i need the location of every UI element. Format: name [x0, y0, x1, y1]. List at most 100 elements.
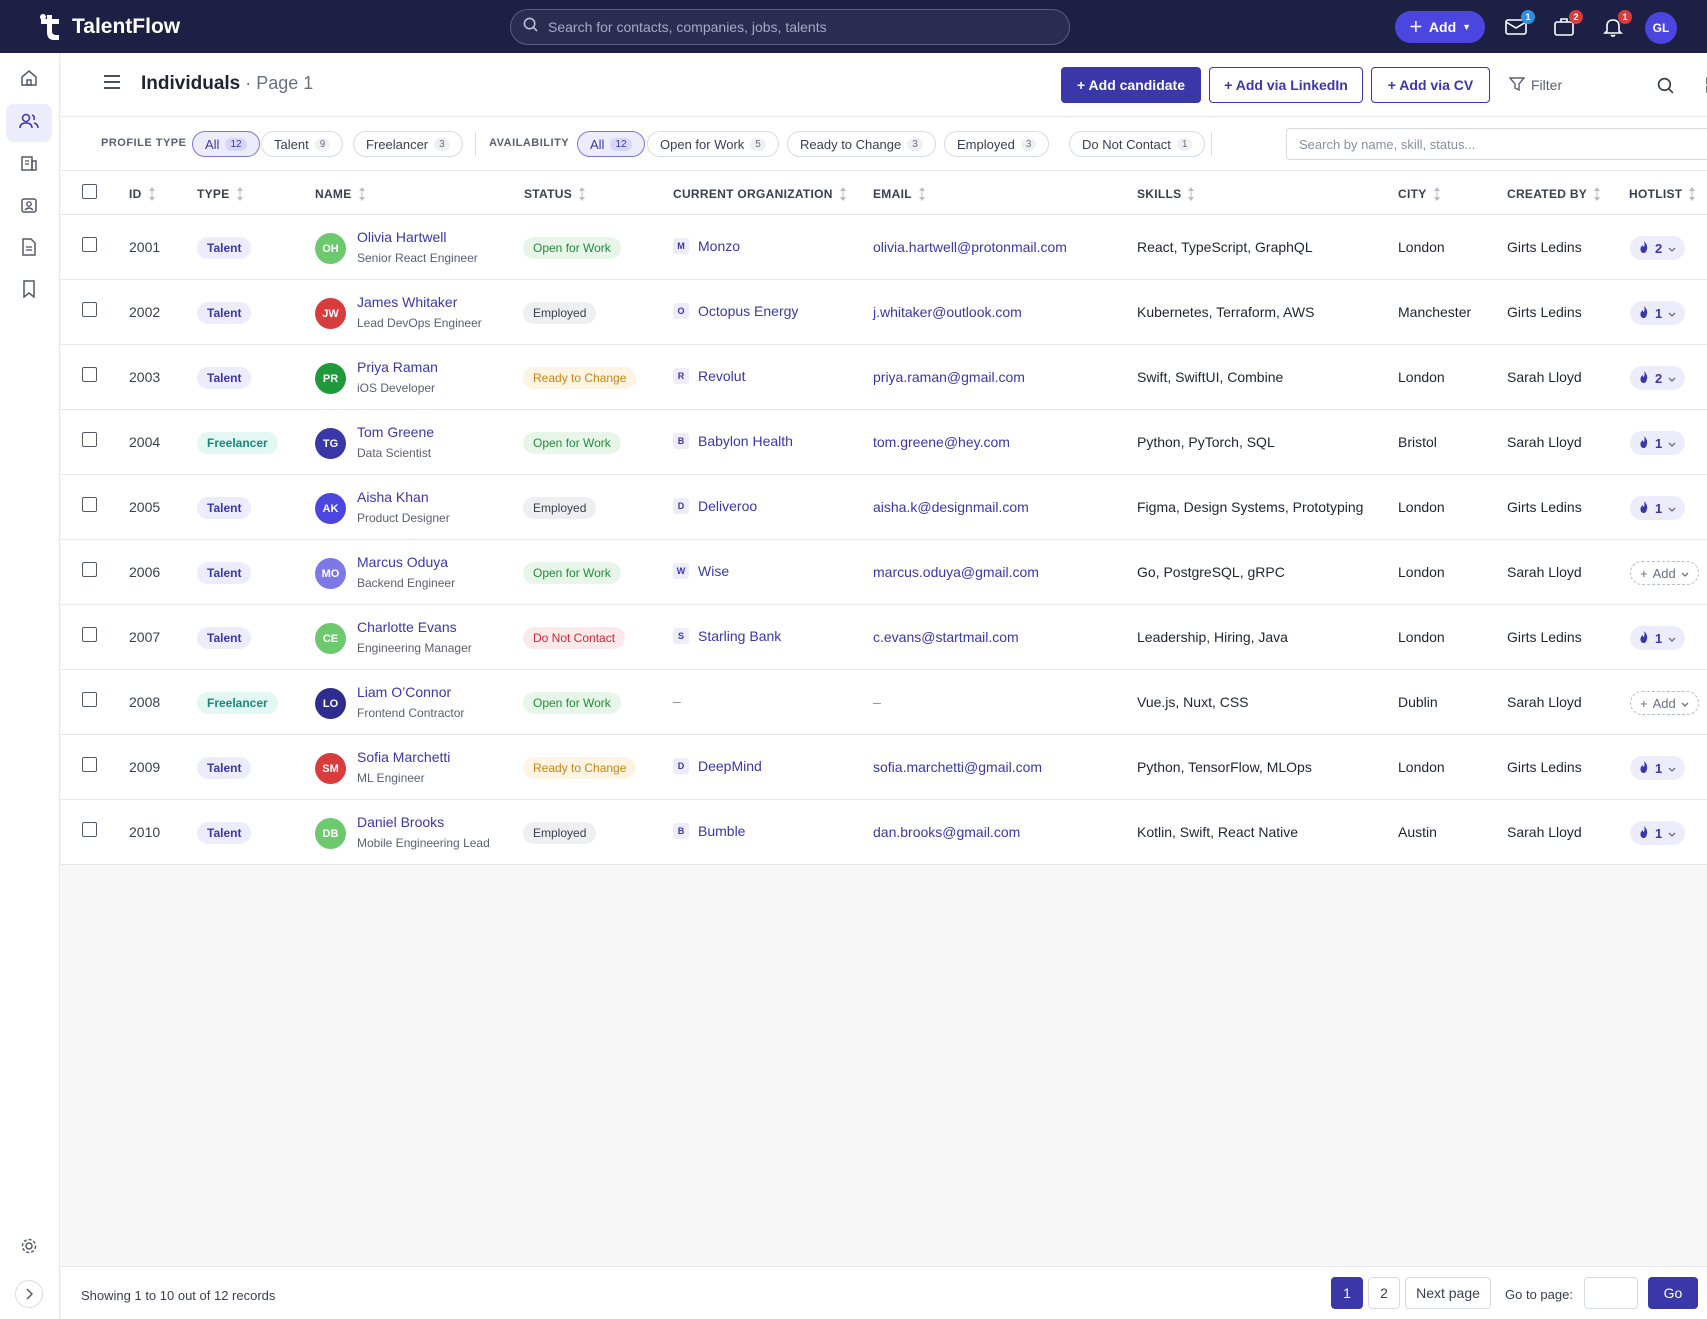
column-header-skills[interactable]: SKILLS [1137, 186, 1195, 202]
menu-icon[interactable] [103, 75, 121, 94]
chip-availability-open[interactable]: Open for Work 5 [647, 131, 779, 157]
table-row[interactable]: 2001 Talent OH Olivia Hartwell Senior React … [61, 215, 1707, 280]
email-link[interactable]: c.evans@startmail.com [873, 629, 1019, 645]
bell-icon[interactable]: 1 [1600, 10, 1632, 40]
row-checkbox[interactable] [82, 757, 97, 772]
table-row[interactable]: 2005 Talent AK Aisha Khan Product Designer Em… [61, 475, 1707, 540]
sidebar-item-home[interactable] [6, 61, 52, 99]
sidebar-item-individuals[interactable] [6, 104, 52, 142]
organization-link[interactable]: M Monzo [673, 238, 740, 254]
table-row[interactable]: 2009 Talent SM Sofia Marchetti ML Engineer Re… [61, 735, 1707, 800]
email-link[interactable]: marcus.oduya@gmail.com [873, 564, 1039, 580]
sidebar-expand-button[interactable] [6, 1275, 52, 1313]
chip-availability-ready[interactable]: Ready to Change 3 [787, 131, 936, 157]
candidate-name-link[interactable]: James Whitaker [357, 294, 457, 310]
candidate-name-link[interactable]: Charlotte Evans [357, 619, 457, 635]
row-checkbox[interactable] [82, 692, 97, 707]
global-search-input[interactable] [548, 19, 1048, 35]
page-2-button[interactable]: 2 [1368, 1277, 1400, 1309]
table-row[interactable]: 2010 Talent DB Daniel Brooks Mobile Engineer… [61, 800, 1707, 865]
candidate-name-link[interactable]: Sofia Marchetti [357, 749, 450, 765]
column-header-type[interactable]: TYPE [197, 186, 244, 202]
email-link[interactable]: j.whitaker@outlook.com [873, 304, 1022, 320]
chip-profile-all[interactable]: All 12 [192, 131, 260, 157]
organization-link[interactable]: W Wise [673, 563, 729, 579]
add-via-cv-button[interactable]: + Add via CV [1371, 67, 1490, 103]
go-button[interactable]: Go [1648, 1277, 1698, 1309]
global-add-button[interactable]: ＋ Add ▼ [1395, 11, 1485, 43]
column-header-hotlist[interactable]: HOTLIST [1629, 186, 1696, 202]
table-row[interactable]: 2007 Talent CE Charlotte Evans Engineering M… [61, 605, 1707, 670]
column-header-organization[interactable]: CURRENT ORGANIZATION [673, 186, 847, 202]
organization-link[interactable]: B Bumble [673, 823, 745, 839]
hotlist-dropdown[interactable]: 1 [1630, 301, 1686, 325]
column-header-name[interactable]: NAME [315, 186, 366, 202]
hotlist-dropdown[interactable]: 1 [1630, 756, 1686, 780]
column-header-created-by[interactable]: CREATED BY [1507, 186, 1601, 202]
row-checkbox[interactable] [82, 302, 97, 317]
sidebar-item-saved[interactable] [6, 272, 52, 310]
candidate-name-link[interactable]: Tom Greene [357, 424, 434, 440]
email-link[interactable]: dan.brooks@gmail.com [873, 824, 1020, 840]
candidate-name-link[interactable]: Liam O’Connor [357, 684, 451, 700]
hotlist-dropdown[interactable]: 1 [1630, 496, 1686, 520]
row-checkbox[interactable] [82, 367, 97, 382]
candidate-name-link[interactable]: Marcus Oduya [357, 554, 448, 570]
row-checkbox[interactable] [82, 237, 97, 252]
column-header-city[interactable]: CITY [1398, 186, 1441, 202]
sidebar-item-documents[interactable] [6, 230, 52, 268]
chip-profile-freelancer[interactable]: Freelancer 3 [353, 131, 463, 157]
hotlist-dropdown[interactable]: 2 [1630, 366, 1686, 390]
organization-link[interactable]: D Deliveroo [673, 498, 757, 514]
add-candidate-button[interactable]: + Add candidate [1061, 67, 1201, 103]
candidate-name-link[interactable]: Aisha Khan [357, 489, 429, 505]
sidebar-item-companies[interactable] [6, 146, 52, 184]
hotlist-add-button[interactable]: + Add [1630, 561, 1699, 585]
chip-availability-employed[interactable]: Employed 3 [944, 131, 1050, 157]
table-row[interactable]: 2002 Talent JW James Whitaker Lead DevOps En… [61, 280, 1707, 345]
mail-icon[interactable]: 1 [1503, 10, 1535, 40]
sidebar-item-contacts[interactable] [6, 188, 52, 226]
hotlist-dropdown[interactable]: 1 [1630, 626, 1686, 650]
select-all-checkbox[interactable] [82, 184, 97, 199]
global-search[interactable] [510, 9, 1070, 45]
email-link[interactable]: olivia.hartwell@protonmail.com [873, 239, 1067, 255]
row-checkbox[interactable] [82, 497, 97, 512]
briefcase-icon[interactable]: 2 [1551, 10, 1583, 40]
email-link[interactable]: tom.greene@hey.com [873, 434, 1010, 450]
search-icon[interactable] [1657, 77, 1674, 99]
table-row[interactable]: 2008 Freelancer LO Liam O’Connor Frontend Co… [61, 670, 1707, 735]
organization-link[interactable]: B Babylon Health [673, 433, 793, 449]
column-header-email[interactable]: EMAIL [873, 186, 926, 202]
hotlist-add-button[interactable]: + Add [1630, 691, 1699, 715]
candidate-name-link[interactable]: Daniel Brooks [357, 814, 444, 830]
organization-link[interactable]: D DeepMind [673, 758, 762, 774]
column-header-id[interactable]: ID [129, 186, 156, 202]
page-1-button[interactable]: 1 [1331, 1277, 1363, 1309]
table-row[interactable]: 2004 Freelancer TG Tom Greene Data Scientist… [61, 410, 1707, 475]
filter-button[interactable]: Filter [1508, 67, 1562, 103]
email-link[interactable]: sofia.marchetti@gmail.com [873, 759, 1042, 775]
email-link[interactable]: aisha.k@designmail.com [873, 499, 1029, 515]
sidebar-item-settings[interactable] [6, 1229, 52, 1267]
chip-profile-talent[interactable]: Talent 9 [261, 131, 344, 157]
hotlist-dropdown[interactable]: 2 [1630, 236, 1686, 260]
go-to-page-input[interactable] [1584, 1277, 1638, 1309]
column-header-status[interactable]: STATUS [524, 186, 586, 202]
hotlist-dropdown[interactable]: 1 [1630, 821, 1686, 845]
row-checkbox[interactable] [82, 562, 97, 577]
row-checkbox[interactable] [82, 822, 97, 837]
user-avatar[interactable]: GL [1645, 12, 1677, 44]
table-search-input[interactable] [1286, 128, 1707, 160]
chip-availability-all[interactable]: All 12 [577, 131, 645, 157]
hotlist-dropdown[interactable]: 1 [1630, 431, 1686, 455]
next-page-button[interactable]: Next page [1405, 1277, 1491, 1309]
chip-availability-dnc[interactable]: Do Not Contact 1 [1069, 131, 1206, 157]
organization-link[interactable]: R Revolut [673, 368, 745, 384]
organization-link[interactable]: O Octopus Energy [673, 303, 798, 319]
table-row[interactable]: 2006 Talent MO Marcus Oduya Backend Engineer… [61, 540, 1707, 605]
table-row[interactable]: 2003 Talent PR Priya Raman iOS Developer Read… [61, 345, 1707, 410]
row-checkbox[interactable] [82, 627, 97, 642]
row-checkbox[interactable] [82, 432, 97, 447]
candidate-name-link[interactable]: Priya Raman [357, 359, 438, 375]
